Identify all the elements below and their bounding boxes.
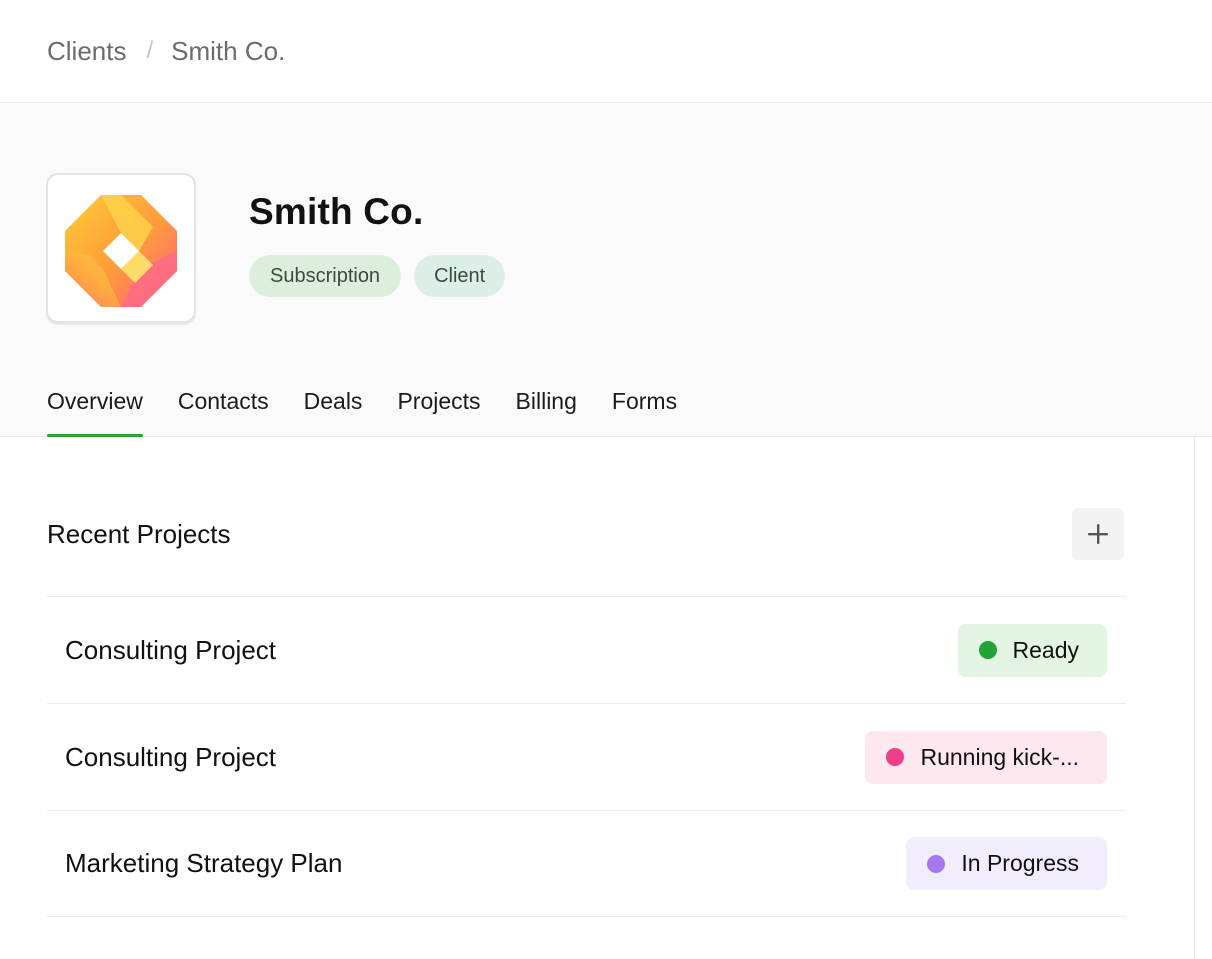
recent-projects-title: Recent Projects [47,519,231,549]
project-name: Consulting Project [65,634,276,665]
content-divider [1194,437,1195,959]
tab-projects[interactable]: Projects [397,385,480,437]
client-logo[interactable] [46,173,196,323]
project-name: Marketing Strategy Plan [65,848,343,878]
tab-deals[interactable]: Deals [304,385,363,437]
status-label: In Progress [961,850,1079,876]
breadcrumb: Clients / Smith Co. [47,36,285,67]
client-tags: Subscription Client [249,255,506,297]
project-row[interactable]: Consulting Project Ready [47,596,1126,703]
top-bar: Clients / Smith Co. [0,0,1212,103]
breadcrumb-current: Smith Co. [171,35,286,66]
recent-projects-list: Consulting Project Ready Consulting Proj… [47,596,1126,917]
status-label: Ready [1012,636,1079,663]
client-tabs: Overview Contacts Deals Projects Billing… [47,385,712,437]
project-row[interactable]: Consulting Project Running kick-... [47,703,1126,810]
tab-overview[interactable]: Overview [47,385,143,437]
project-name: Consulting Project [65,741,276,772]
tab-forms[interactable]: Forms [612,385,677,437]
status-dot-icon [886,748,905,766]
tag-subscription: Subscription [249,255,402,297]
breadcrumb-clients-link[interactable]: Clients [47,36,126,67]
client-name: Smith Co. [249,191,424,232]
status-dot-icon [978,641,997,659]
tag-client: Client [414,255,506,297]
status-badge: Running kick-... [865,730,1107,784]
status-label: Running kick-... [920,743,1079,770]
breadcrumb-separator: / [146,37,154,64]
project-row[interactable]: Marketing Strategy Plan In Progress [47,810,1126,917]
client-header: Smith Co. Subscription Client Overview C… [0,103,1212,437]
status-badge: In Progress [906,837,1107,890]
plus-icon [1088,524,1108,544]
status-dot-icon [927,854,946,873]
status-badge: Ready [957,623,1107,677]
tab-contacts[interactable]: Contacts [178,385,269,437]
tab-billing[interactable]: Billing [516,385,577,437]
diamond-chain-logo-icon [65,195,177,307]
add-project-button[interactable] [1072,508,1124,560]
